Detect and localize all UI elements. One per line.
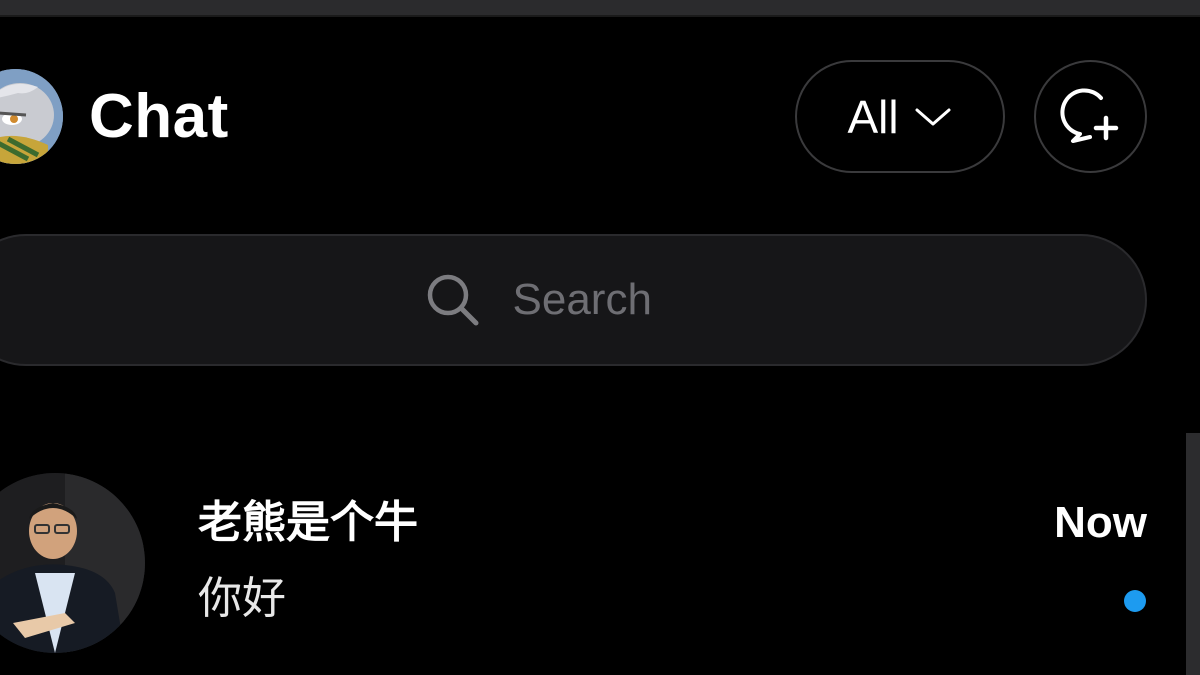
scrollbar[interactable] — [1186, 433, 1200, 675]
unread-indicator — [1124, 590, 1146, 612]
top-bar — [0, 0, 1200, 15]
chat-screen: Chat All Search 老熊是个牛 你好 Now — [0, 0, 1200, 675]
filter-dropdown[interactable]: All — [795, 60, 1005, 173]
search-input[interactable] — [512, 275, 683, 325]
search-icon — [425, 272, 481, 328]
conversation-name: 老熊是个牛 — [198, 498, 418, 547]
message-preview: 你好 — [198, 574, 286, 623]
page-title: Chat — [89, 82, 229, 151]
chevron-down-icon — [913, 104, 953, 130]
profile-avatar[interactable] — [0, 69, 63, 164]
chat-bubble-plus-icon — [1059, 87, 1118, 143]
filter-label: All — [847, 90, 899, 143]
avatar — [0, 473, 145, 653]
top-bar-divider — [0, 15, 1200, 17]
cartoon-avatar-image — [0, 69, 63, 164]
search-bar[interactable] — [0, 234, 1147, 366]
message-timestamp: Now — [1054, 498, 1147, 547]
conversation-row[interactable]: 老熊是个牛 你好 Now — [0, 460, 1187, 675]
new-chat-button[interactable] — [1034, 60, 1147, 173]
